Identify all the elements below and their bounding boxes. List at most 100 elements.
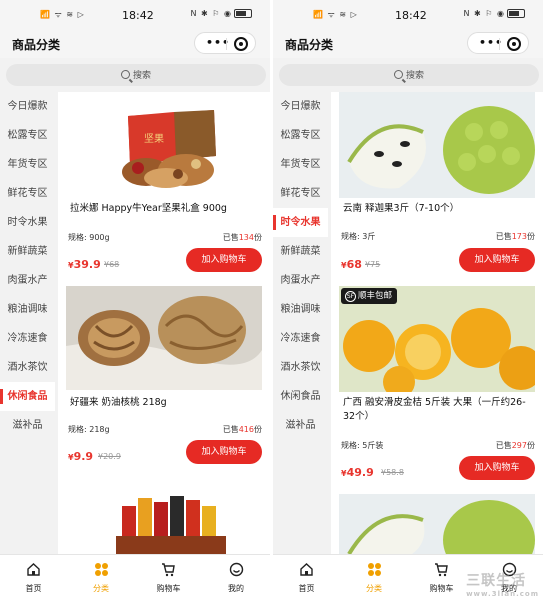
sidebar-item[interactable]: 冷冻速食 (273, 324, 328, 353)
battery-icon (234, 9, 252, 18)
product-card[interactable]: 好疆来 奶油核桃 218g 规格: 218g 已售416份 ¥9.9 ¥20.9… (58, 280, 270, 472)
tab-label: 购物车 (429, 584, 454, 593)
sidebar-item[interactable]: 松露专区 (273, 121, 328, 150)
product-price: ¥68 (341, 258, 362, 271)
product-name[interactable]: 拉米娜 Happy牛Year坚果礼盒 900g (70, 202, 262, 216)
profile-icon (229, 562, 244, 577)
product-card[interactable]: 广西 融安滑皮金桔 5斤装 大果（一斤约26-32个） 规格: 5斤装 已售29… (331, 282, 543, 492)
sidebar-item[interactable]: 酒水茶饮 (273, 353, 328, 382)
product-image-nut-gift-box[interactable]: 坚果 (66, 98, 262, 194)
sidebar-item[interactable]: 休闲食品 (0, 382, 55, 411)
add-to-cart-button[interactable]: 加入购物车 (186, 248, 262, 272)
add-to-cart-button[interactable]: 加入购物车 (186, 440, 262, 464)
product-spec: 规格: 5斤装 (341, 441, 384, 450)
mini-program-capsule: ••• (194, 32, 256, 54)
tab-label: 分类 (93, 584, 109, 593)
search-bar[interactable]: 搜索 (279, 64, 539, 86)
sidebar-item[interactable]: 鲜花专区 (273, 179, 328, 208)
product-price: ¥9.9 (68, 450, 94, 463)
tab-home[interactable]: 首页 (0, 555, 67, 600)
sidebar-item[interactable]: 粮油调味 (273, 295, 328, 324)
target-icon[interactable] (234, 37, 248, 51)
search-icon (120, 70, 130, 79)
tab-category[interactable]: 分类 (68, 555, 135, 600)
product-spec: 规格: 218g (68, 425, 110, 434)
search-icon (393, 70, 403, 79)
product-original-price: ¥68 (104, 260, 120, 269)
search-placeholder: 搜索 (405, 71, 424, 81)
category-sidebar: 今日爆款 松露专区 年货专区 鲜花专区 时令水果 新鲜蔬菜 肉蛋水产 粮油调味 冷冻速食 酒水茶饮… (0, 92, 55, 554)
mini-program-capsule: ••• (467, 32, 529, 54)
page-header: 商品分类 ••• (0, 30, 270, 58)
page-header: 商品分类 ••• (273, 30, 543, 58)
add-to-cart-button[interactable]: 加入购物车 (459, 456, 535, 480)
sidebar-item[interactable]: 时令水果 (273, 208, 328, 237)
status-bar: 📶 ᯤ ≋ ▷ 18:42 N ✱ ⚐ ◉ (0, 0, 270, 30)
status-time: 18:42 (122, 9, 154, 22)
product-price: ¥39.9 (68, 258, 101, 271)
status-left-icons: 📶 ᯤ ≋ ▷ (313, 10, 358, 19)
target-icon[interactable] (507, 37, 521, 51)
page-title: 商品分类 (12, 38, 61, 52)
product-sold-count: 已售173份 (495, 232, 535, 241)
sidebar-item[interactable]: 肉蛋水产 (273, 266, 328, 295)
product-image-custard-apple[interactable] (339, 92, 535, 198)
sidebar-item[interactable]: 冷冻速食 (0, 324, 55, 353)
tab-cart[interactable]: 购物车 (408, 555, 475, 600)
tab-profile[interactable]: 我的 (203, 555, 270, 600)
sidebar-item[interactable]: 粮油调味 (0, 295, 55, 324)
sidebar-item[interactable]: 今日爆款 (0, 92, 55, 121)
sidebar-item[interactable]: 新鲜蔬菜 (0, 237, 55, 266)
status-left-icons: 📶 ᯤ ≋ ▷ (40, 10, 85, 19)
capsule-divider (226, 38, 227, 50)
sidebar-item[interactable]: 年货专区 (273, 150, 328, 179)
page-title: 商品分类 (285, 38, 334, 52)
search-bar[interactable]: 搜索 (6, 64, 266, 86)
tab-cart[interactable]: 购物车 (135, 555, 202, 600)
add-to-cart-button[interactable]: 加入购物车 (459, 248, 535, 272)
product-image-snack-pack[interactable] (66, 488, 262, 554)
product-spec: 规格: 3斤 (341, 232, 376, 241)
product-original-price: ¥20.9 (98, 452, 121, 461)
sidebar-item[interactable]: 松露专区 (0, 121, 55, 150)
sidebar-item[interactable]: 休闲食品 (273, 382, 328, 411)
product-card[interactable] (331, 492, 543, 554)
sidebar-item[interactable]: 年货专区 (0, 150, 55, 179)
tab-label: 购物车 (156, 584, 181, 593)
status-time: 18:42 (395, 9, 427, 22)
sidebar-item[interactable]: 新鲜蔬菜 (273, 237, 328, 266)
svg-text:坚果: 坚果 (144, 133, 164, 145)
right-phone-screen: 📶 ᯤ ≋ ▷ 18:42 N ✱ ⚐ ◉ 商品分类 ••• 搜索 今日爆款 松露… (273, 0, 543, 600)
category-sidebar: 今日爆款 松露专区 年货专区 鲜花专区 时令水果 新鲜蔬菜 肉蛋水产 粮油调味 冷冻速食 酒水茶饮… (273, 92, 328, 554)
status-bar: 📶 ᯤ ≋ ▷ 18:42 N ✱ ⚐ ◉ (273, 0, 543, 30)
sidebar-item[interactable]: 滋补品 (273, 411, 328, 440)
product-name[interactable]: 好疆来 奶油核桃 218g (70, 396, 262, 410)
product-card[interactable]: 云南 释迦果3斤（7-10个） 规格: 3斤 已售173份 ¥68 ¥75 加入… (331, 92, 543, 282)
category-icon (94, 562, 109, 577)
home-icon (26, 562, 41, 577)
product-sold-count: 已售416份 (222, 425, 262, 434)
sf-express-icon: SF (345, 291, 356, 302)
product-card[interactable] (58, 476, 270, 554)
tab-home[interactable]: 首页 (273, 555, 340, 600)
sidebar-item[interactable]: 鲜花专区 (0, 179, 55, 208)
product-image-walnut[interactable] (66, 286, 262, 390)
product-image-custard-apple[interactable] (339, 494, 535, 554)
product-price: ¥49.9 (341, 466, 374, 479)
product-card[interactable]: 坚果 拉米娜 Happy牛Year坚果礼盒 900g 规格: 900g 已售13… (58, 92, 270, 280)
product-name[interactable]: 广西 融安滑皮金桔 5斤装 大果（一斤约26-32个） (343, 396, 535, 424)
tab-category[interactable]: 分类 (341, 555, 408, 600)
sidebar-item[interactable]: 肉蛋水产 (0, 266, 55, 295)
sidebar-item[interactable]: 今日爆款 (273, 92, 328, 121)
product-sold-count: 已售297份 (495, 441, 535, 450)
home-icon (299, 562, 314, 577)
tab-label: 首页 (25, 584, 42, 593)
watermark: 三联生活 www.3lian.com (466, 573, 539, 598)
sidebar-item[interactable]: 滋补品 (0, 411, 55, 440)
sidebar-item[interactable]: 时令水果 (0, 208, 55, 237)
sidebar-item[interactable]: 酒水茶饮 (0, 353, 55, 382)
tab-label: 我的 (228, 584, 244, 593)
product-name[interactable]: 云南 释迦果3斤（7-10个） (343, 202, 535, 216)
product-list: 坚果 拉米娜 Happy牛Year坚果礼盒 900g 规格: 900g 已售13… (58, 92, 270, 554)
product-spec: 规格: 900g (68, 233, 110, 242)
